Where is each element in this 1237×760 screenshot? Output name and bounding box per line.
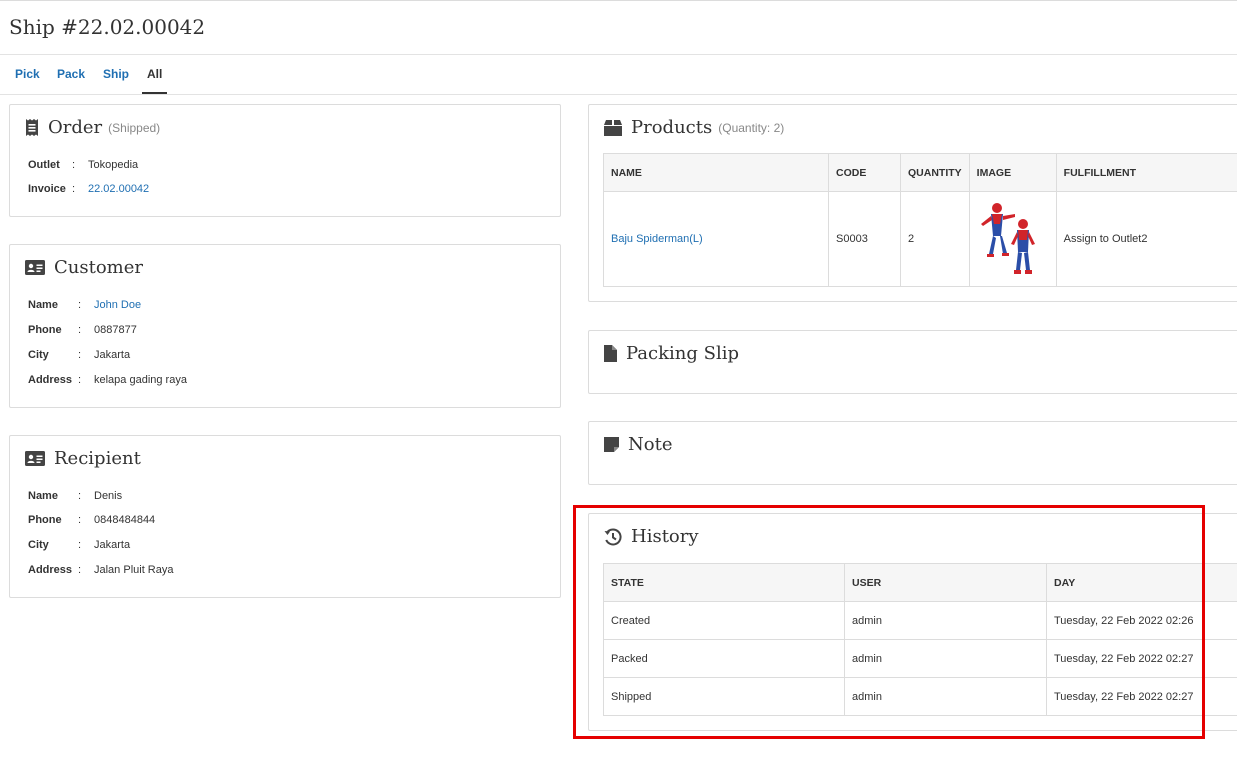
box-icon — [604, 119, 622, 136]
customer-card-title: Customer — [25, 257, 143, 278]
history-title: History — [631, 526, 699, 547]
history-user: admin — [844, 677, 1047, 716]
tab-bar: Pick Pack Ship All — [0, 55, 1237, 95]
packing-slip-title: Packing Slip — [626, 343, 739, 364]
product-name-link[interactable]: Baju Spiderman(L) — [611, 233, 703, 245]
products-table: NAME CODE QUANTITY IMAGE FULFILLMENT Baj… — [603, 153, 1237, 287]
history-state: Created — [603, 601, 845, 640]
order-field-outlet: Outlet: Tokopedia — [28, 159, 139, 171]
customer-title: Customer — [54, 257, 143, 278]
packing-slip-card-title: Packing Slip — [604, 343, 739, 364]
recipient-title: Recipient — [54, 448, 141, 469]
col-user: USER — [844, 563, 1047, 602]
customer-field-phone: Phone:0887877 — [28, 324, 137, 336]
recipient-card: Recipient Name: Denis Phone:0848484844 Ci… — [9, 435, 561, 598]
receipt-icon — [26, 119, 38, 136]
packing-slip-card: Packing Slip — [588, 330, 1237, 394]
recipient-field-name: Name: Denis — [28, 490, 123, 502]
history-table-header: STATE USER DAY — [603, 563, 1237, 602]
customer-name-link[interactable]: John Doe — [94, 299, 141, 311]
id-card-icon — [25, 451, 45, 466]
table-row: Shipped admin Tuesday, 22 Feb 2022 02:27 — [603, 677, 1237, 716]
recipient-field-address: Address: Jalan Pluit Raya — [28, 564, 174, 576]
table-row: Created admin Tuesday, 22 Feb 2022 02:26 — [603, 601, 1237, 640]
history-user: admin — [844, 639, 1047, 678]
col-code: CODE — [828, 153, 901, 192]
table-row: Baju Spiderman(L) S0003 2 Assign to Outl… — [603, 191, 1237, 287]
tab-pack[interactable]: Pack — [52, 55, 90, 94]
customer-field-city: City: Jakarta — [28, 349, 131, 361]
product-code: S0003 — [828, 191, 901, 287]
order-card-title: Order (Shipped) — [25, 117, 160, 138]
history-state: Packed — [603, 639, 845, 678]
note-title: Note — [628, 434, 673, 455]
history-day: Tuesday, 22 Feb 2022 02:27 — [1046, 677, 1237, 716]
sticky-note-icon — [604, 437, 619, 452]
col-quantity: QUANTITY — [900, 153, 970, 192]
tab-pick[interactable]: Pick — [10, 55, 45, 94]
col-day: DAY — [1046, 563, 1237, 602]
history-day: Tuesday, 22 Feb 2022 02:27 — [1046, 639, 1237, 678]
customer-field-name: Name: John Doe — [28, 299, 142, 311]
product-image-cell — [968, 191, 1057, 287]
product-fulfillment: Assign to Outlet2 — [1055, 191, 1237, 287]
col-image: IMAGE — [968, 153, 1057, 192]
tab-all[interactable]: All — [142, 55, 168, 94]
products-card-title: Products (Quantity: 2) — [604, 117, 784, 138]
history-table: STATE USER DAY Created admin Tuesday, 22… — [603, 563, 1237, 716]
order-field-invoice: Invoice:22.02.00042 — [28, 183, 150, 195]
history-user: admin — [844, 601, 1047, 640]
product-quantity: 2 — [900, 191, 970, 287]
table-row: Packed admin Tuesday, 22 Feb 2022 02:27 — [603, 639, 1237, 678]
products-title: Products — [631, 117, 713, 138]
order-status: (Shipped) — [108, 120, 161, 135]
invoice-link[interactable]: 22.02.00042 — [88, 183, 149, 195]
col-fulfillment: FULFILLMENT — [1055, 153, 1237, 192]
history-day: Tuesday, 22 Feb 2022 02:26 — [1046, 601, 1237, 640]
page-title: Ship #22.02.00042 — [9, 15, 206, 39]
history-card: History STATE USER DAY Created admin Tue… — [588, 513, 1237, 731]
products-quantity: (Quantity: 2) — [718, 120, 785, 135]
id-card-icon — [25, 260, 45, 275]
col-name: NAME — [603, 153, 829, 192]
recipient-card-title: Recipient — [25, 448, 141, 469]
top-border — [0, 0, 1237, 1]
order-title: Order — [48, 117, 103, 138]
products-table-header: NAME CODE QUANTITY IMAGE FULFILLMENT — [603, 153, 1237, 192]
customer-card: Customer Name: John Doe Phone:0887877 Cit… — [9, 244, 561, 408]
products-card: Products (Quantity: 2) NAME CODE QUANTIT… — [588, 104, 1237, 302]
col-state: STATE — [603, 563, 845, 602]
tab-ship[interactable]: Ship — [98, 55, 134, 94]
history-card-title: History — [604, 526, 699, 547]
note-card-title: Note — [604, 434, 672, 455]
history-icon — [604, 527, 622, 545]
customer-field-address: Address: kelapa gading raya — [28, 374, 187, 386]
order-card: Order (Shipped) Outlet: Tokopedia Invoice… — [9, 104, 561, 217]
file-icon — [604, 345, 617, 362]
recipient-field-city: City: Jakarta — [28, 539, 131, 551]
history-state: Shipped — [603, 677, 845, 716]
recipient-field-phone: Phone:0848484844 — [28, 514, 156, 526]
product-image[interactable] — [977, 198, 1043, 278]
note-card: Note — [588, 421, 1237, 485]
